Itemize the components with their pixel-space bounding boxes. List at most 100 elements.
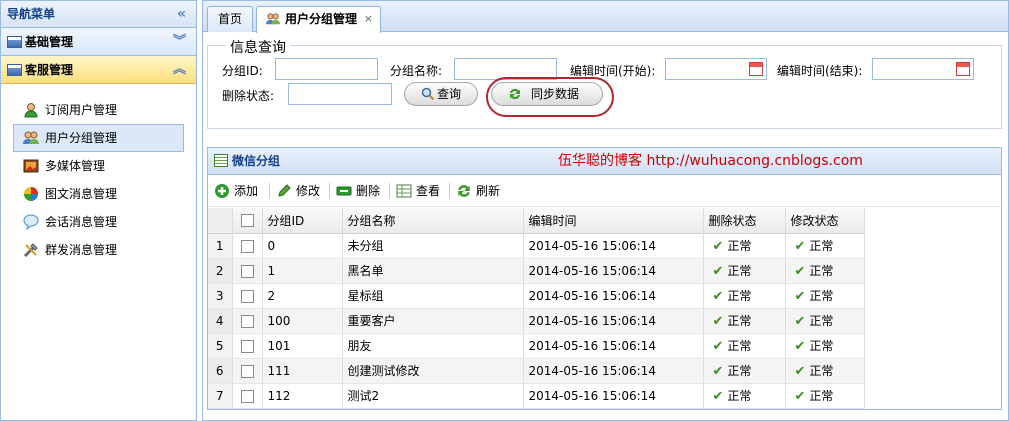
cell-edit-time: 2014-05-16 15:06:14	[523, 258, 704, 284]
search-legend: 信息查询	[226, 37, 290, 57]
tab-bar: 首页 用户分组管理 ×	[203, 1, 1008, 33]
col-edit-time[interactable]: 编辑时间	[523, 208, 704, 234]
modify-status-text: 正常	[809, 289, 834, 303]
cell-delete-status: ✔ 正常	[703, 233, 786, 259]
calendar-icon[interactable]	[749, 62, 763, 76]
modify-status-text: 正常	[809, 264, 834, 278]
row-checkbox[interactable]	[240, 314, 254, 328]
highlight-circle	[486, 77, 614, 117]
cell-group-id: 111	[262, 358, 343, 384]
refresh-button[interactable]: 刷新	[456, 181, 500, 201]
sidebar-item-news-messages[interactable]: 图文消息管理	[13, 180, 184, 208]
table-row[interactable]: 7 112 测试2 2014-05-16 15:06:14 ✔ 正常 ✔ 正常	[208, 383, 865, 409]
modify-status-text: 正常	[809, 314, 834, 328]
sidebar-item-user-groups[interactable]: 用户分组管理	[13, 124, 184, 152]
tab-label: 首页	[218, 12, 243, 26]
row-checkbox[interactable]	[240, 389, 254, 403]
calendar-icon[interactable]	[956, 62, 970, 76]
select-all-checkbox[interactable]	[240, 214, 254, 228]
query-button[interactable]: 查询	[404, 82, 478, 106]
edit-end-date-input[interactable]	[872, 58, 974, 80]
group-id-input[interactable]	[275, 58, 378, 80]
blog-url: http://wuhuacong.cnblogs.com	[646, 153, 863, 169]
delete-status-text: 正常	[727, 239, 752, 253]
view-button[interactable]: 查看	[396, 181, 440, 201]
cell-edit-time: 2014-05-16 15:06:14	[523, 308, 704, 334]
blog-watermark: 伍华聪的博客 http://wuhuacong.cnblogs.com	[558, 148, 863, 175]
sidebar-item-multimedia[interactable]: 多媒体管理	[13, 152, 184, 180]
blog-name: 伍华聪的博客	[558, 153, 642, 169]
row-checkbox[interactable]	[240, 239, 254, 253]
delete-status-text: 正常	[727, 339, 752, 353]
table-row[interactable]: 1 0 未分组 2014-05-16 15:06:14 ✔ 正常 ✔ 正常	[208, 233, 865, 259]
row-checkbox[interactable]	[240, 289, 254, 303]
table-row[interactable]: 2 1 黑名单 2014-05-16 15:06:14 ✔ 正常 ✔ 正常	[208, 258, 865, 284]
row-checkbox[interactable]	[240, 364, 254, 378]
accordion-customer-service[interactable]: 客服管理 ︽	[1, 56, 196, 84]
col-delete-status[interactable]: 删除状态	[703, 208, 786, 234]
sidebar-item-mass-messages[interactable]: 群发消息管理	[13, 236, 184, 264]
sidebar-item-label: 用户分组管理	[45, 131, 118, 145]
window-icon	[7, 36, 22, 48]
window-icon	[7, 64, 22, 76]
row-select-cell	[232, 308, 263, 334]
delete-status-text: 正常	[727, 264, 752, 278]
refresh-label: 刷新	[476, 184, 501, 198]
table-row[interactable]: 4 100 重要客户 2014-05-16 15:06:14 ✔ 正常 ✔ 正常	[208, 308, 865, 334]
col-group-id[interactable]: 分组ID	[262, 208, 343, 234]
color-wheel-icon	[24, 187, 38, 201]
edit-label: 修改	[296, 184, 321, 198]
tab-home[interactable]: 首页	[207, 6, 253, 32]
edit-button[interactable]: 修改	[276, 181, 320, 201]
grid-header: 微信分组 伍华聪的博客 http://wuhuacong.cnblogs.com	[208, 148, 1001, 175]
tab-user-groups[interactable]: 用户分组管理 ×	[256, 6, 381, 33]
checkmark-icon: ✔	[712, 264, 724, 279]
checkmark-icon: ✔	[712, 239, 724, 254]
table-row[interactable]: 6 111 创建测试修改 2014-05-16 15:06:14 ✔ 正常 ✔ 正常	[208, 358, 865, 384]
row-checkbox[interactable]	[240, 339, 254, 353]
add-button[interactable]: 添加	[214, 181, 258, 201]
col-modify-status[interactable]: 修改状态	[785, 208, 865, 234]
row-number-header	[208, 208, 233, 234]
cell-edit-time: 2014-05-16 15:06:14	[523, 333, 704, 359]
group-name-label: 分组名称:	[390, 64, 443, 78]
toolbar-divider	[329, 183, 330, 199]
image-icon	[23, 159, 39, 173]
col-group-name[interactable]: 分组名称	[342, 208, 524, 234]
cell-group-id: 100	[262, 308, 343, 334]
close-icon[interactable]: ×	[364, 7, 373, 31]
view-label: 查看	[416, 184, 441, 198]
row-select-cell	[232, 358, 263, 384]
tools-icon	[23, 243, 38, 258]
edit-start-date-input[interactable]	[665, 58, 767, 80]
cell-delete-status: ✔ 正常	[703, 333, 786, 359]
user-icon	[24, 103, 38, 118]
sidebar-item-conversation-messages[interactable]: 会话消息管理	[13, 208, 184, 236]
cell-group-name: 朋友	[342, 333, 524, 359]
row-checkbox[interactable]	[240, 264, 254, 278]
chevron-up-icon[interactable]: ︽	[173, 56, 186, 84]
delete-status-text: 正常	[727, 389, 752, 403]
cell-group-id: 2	[262, 283, 343, 309]
sidebar-item-label: 会话消息管理	[45, 215, 118, 229]
delete-label: 删除	[356, 184, 381, 198]
add-icon	[215, 184, 229, 198]
cell-group-id: 101	[262, 333, 343, 359]
table-icon	[214, 154, 228, 167]
cell-group-name: 测试2	[342, 383, 524, 409]
delete-status-text: 正常	[727, 314, 752, 328]
chevron-down-icon[interactable]: ︾	[173, 28, 186, 56]
cell-edit-time: 2014-05-16 15:06:14	[523, 383, 704, 409]
cell-modify-status: ✔ 正常	[785, 308, 865, 334]
table-row[interactable]: 3 2 星标组 2014-05-16 15:06:14 ✔ 正常 ✔ 正常	[208, 283, 865, 309]
sidebar-item-subscribers[interactable]: 订阅用户管理	[13, 96, 184, 124]
collapse-icon[interactable]: «	[177, 1, 186, 28]
grid-title: 微信分组	[232, 154, 281, 168]
data-table: 分组ID 分组名称 编辑时间 删除状态 修改状态 1 0 未分组 2014-05-16…	[208, 208, 865, 409]
checkmark-icon: ✔	[794, 389, 806, 404]
main-panel: 首页 用户分组管理 × 信息查询 分组ID: 分组名称: 编辑时间(开始): 编…	[202, 0, 1009, 421]
table-row[interactable]: 5 101 朋友 2014-05-16 15:06:14 ✔ 正常 ✔ 正常	[208, 333, 865, 359]
accordion-basic-management[interactable]: 基础管理 ︾	[1, 28, 196, 56]
delete-status-input[interactable]	[288, 83, 392, 105]
delete-button[interactable]: 删除	[336, 181, 380, 201]
